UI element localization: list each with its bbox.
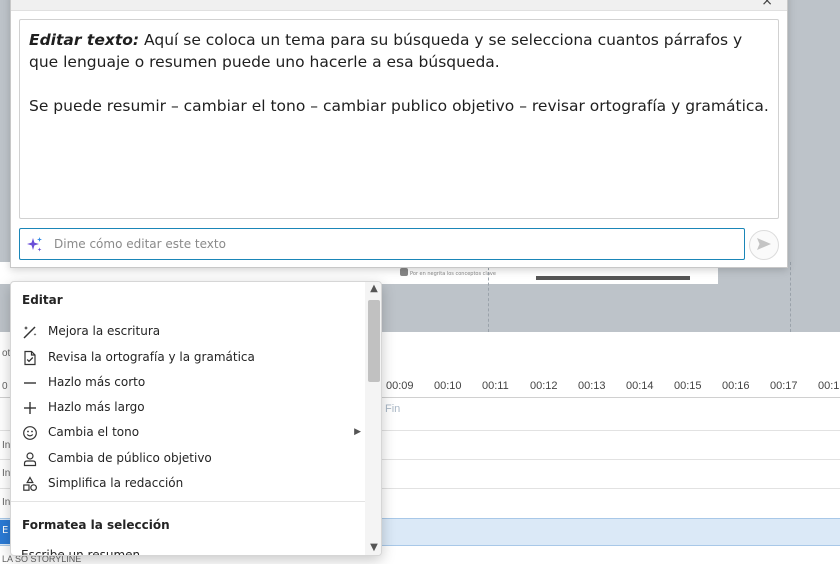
menu-item-cambia-tono[interactable]: Cambia el tono ▶ [11,421,365,445]
timeline-tick: 0 [2,381,8,392]
scroll-down-icon[interactable]: ▼ [365,542,381,553]
menu-divider [11,501,365,502]
menu-item-hazlo-mas-largo[interactable]: Hazlo más largo [11,396,365,420]
menu-section-title-formatea: Formatea la selección [22,518,170,532]
menu-item-label: Mejora la escritura [48,324,161,338]
menu-scrollbar[interactable]: ▲ ▼ [365,282,381,555]
scroll-up-icon[interactable]: ▲ [365,283,381,294]
menu-item-label: Hazlo más corto [48,375,146,389]
menu-item-cambia-publico[interactable]: Cambia de público objetivo [11,447,365,471]
timeline-tick: 00:12 [530,380,558,392]
menu-item-revisa-ortografia[interactable]: Revisa la ortografía y la gramática [11,346,365,370]
person-icon [21,450,39,468]
menu-item-label: Simplifica la redacción [48,476,184,490]
timeline-tick: 00:16 [722,380,750,392]
menu-section-title-editar: Editar [22,293,63,307]
timeline-end-marker: Fin [385,403,401,415]
sparkle-icon [26,236,44,254]
timeline-tick: 00:11 [482,380,509,392]
shapes-icon [21,475,39,493]
timeline-tick: 00:15 [674,380,702,392]
timeline-tick: 00:17 [770,380,798,392]
guide-line [488,262,489,332]
menu-content: Editar Mejora la escritura Revisa la ort… [11,282,365,555]
menu-item-label: Cambia el tono [48,425,140,439]
text-lead: Editar texto: [29,31,140,49]
menu-item-hazlo-mas-corto[interactable]: Hazlo más corto [11,371,365,395]
timeline-row-label-selected[interactable]: E [0,520,10,544]
prompt-input[interactable] [52,229,732,259]
dialog-header: × [11,0,787,11]
close-icon[interactable]: × [761,0,773,8]
slide-bar [536,276,690,280]
slide-bullet-icon [400,268,408,276]
timeline-tick: 00:10 [434,380,462,392]
guide-line [790,262,791,332]
menu-item-mejora-escritura[interactable]: Mejora la escritura [11,320,365,344]
scrollbar-thumb[interactable] [368,300,380,382]
text-paragraph-1: Editar texto: Aquí se coloca un tema par… [29,29,769,73]
editable-text-area[interactable]: Editar texto: Aquí se coloca un tema par… [19,19,779,219]
slide-caption: Por en negrita los conceptos clave [410,271,496,277]
timeline-tick: 00:1 [818,380,840,392]
smiley-icon [21,424,39,442]
rewrite-menu: Editar Mejora la escritura Revisa la ort… [10,281,382,556]
timeline-tick: 00:13 [578,380,606,392]
magic-wand-icon [21,323,39,341]
menu-item-label: Cambia de público objetivo [48,451,212,465]
plus-icon [21,399,39,417]
timeline-tick: 00:14 [626,380,654,392]
menu-item-label: Revisa la ortografía y la gramática [48,350,255,364]
menu-item-simplifica-redaccion[interactable]: Simplifica la redacción [11,472,365,496]
send-button[interactable] [749,230,779,260]
minus-icon [21,374,39,392]
menu-item-label: Hazlo más largo [48,400,145,414]
prompt-field[interactable] [19,228,745,260]
menu-item-partial[interactable]: Escribe un resumen [21,548,241,555]
send-icon [756,236,772,255]
timeline-tick: 00:09 [386,380,414,392]
edit-text-dialog: × Editar texto: Aquí se coloca un tema p… [10,0,788,268]
submenu-arrow-icon: ▶ [354,427,361,437]
document-check-icon [21,349,39,367]
text-paragraph-2: Se puede resumir – cambiar el tono – cam… [29,97,769,115]
